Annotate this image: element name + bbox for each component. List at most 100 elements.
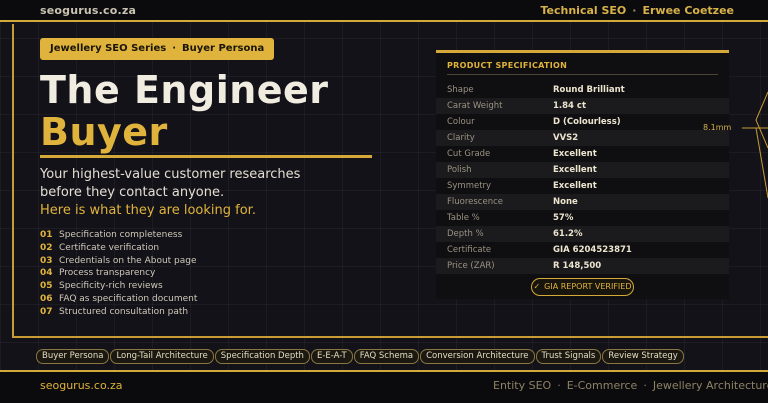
pill-separator: · <box>172 43 176 54</box>
site-name[interactable]: seogurus.co.za <box>40 4 136 17</box>
check-icon: ✓ <box>533 282 541 291</box>
footer-separator: · <box>557 379 561 392</box>
list-item-number: 04 <box>40 268 53 279</box>
list-item-text: Certificate verification <box>59 242 160 253</box>
list-item: 04 Process transparency <box>40 267 197 280</box>
spec-key: Clarity <box>447 133 475 143</box>
tag-list: Buyer Persona Long-Tail Architecture Speci… <box>36 343 685 364</box>
spec-row: Colour D (Colourless) <box>436 114 729 130</box>
spec-header: PRODUCT SPECIFICATION <box>447 61 568 70</box>
spec-key: Symmetry <box>447 181 492 191</box>
list-item: 07 Structured consultation path <box>40 306 197 319</box>
footer: seogurus.co.za Entity SEO · E-Commerce · Jew… <box>0 372 768 403</box>
list-item-number: 03 <box>40 255 53 266</box>
spec-key: Carat Weight <box>447 101 503 111</box>
series-topic: Buyer Persona <box>182 43 265 54</box>
spec-row: Table % 57% <box>436 210 729 226</box>
tag-chip[interactable]: Trust Signals <box>535 349 602 364</box>
spec-value: Excellent <box>553 165 597 175</box>
spec-row: Clarity VVS2 <box>436 130 729 146</box>
tag-chip[interactable]: Review Strategy <box>602 349 684 364</box>
tag-chip[interactable]: Specification Depth <box>214 349 310 364</box>
spec-key: Certificate <box>447 245 492 255</box>
spec-row: Depth % 61.2% <box>436 226 729 242</box>
spec-value: Round Brilliant <box>553 85 625 95</box>
spec-key: Cut Grade <box>447 149 491 159</box>
subtitle: Your highest-value customer researches b… <box>40 166 340 220</box>
footer-topic: Jewellery Architecture <box>652 379 768 392</box>
spec-key: Polish <box>447 165 472 175</box>
list-item: 06 FAQ as specification document <box>40 293 197 306</box>
gia-verified-badge[interactable]: ✓ GIA REPORT VERIFIED <box>531 278 634 296</box>
page-title-line1: The Engineer <box>40 68 329 112</box>
byline-author: Erwee Coetzee <box>642 4 734 17</box>
footer-topics: Entity SEO · E-Commerce · Jewellery Architec… <box>493 379 768 392</box>
footer-site-name[interactable]: seogurus.co.za <box>40 379 123 392</box>
title-underline <box>40 155 372 158</box>
diamond-icon <box>742 91 768 199</box>
list-item: 05 Specificity-rich reviews <box>40 280 197 293</box>
subtitle-highlight: Here is what they are looking for. <box>40 203 256 218</box>
spec-key: Table % <box>447 213 480 223</box>
list-item-number: 01 <box>40 230 53 240</box>
tag-chip[interactable]: Conversion Architecture <box>420 349 535 364</box>
top-bar-byline: Technical SEO · Erwee Coetzee <box>540 4 734 17</box>
criteria-list: 01 Specification completeness 02 Certifica… <box>40 229 197 319</box>
spec-table: Shape Round Brilliant Carat Weight 1.84 ct… <box>436 82 729 274</box>
gia-badge-label: GIA REPORT VERIFIED <box>544 282 632 291</box>
byline-topic: Technical SEO <box>540 4 627 17</box>
series-pill: Jewellery SEO Series · Buyer Persona <box>40 38 275 60</box>
list-item: 03 Credentials on the About page <box>40 255 197 268</box>
product-spec-card: PRODUCT SPECIFICATION Shape Round Brillia… <box>436 50 729 299</box>
top-bar: seogurus.co.za Technical SEO · Erwee Coetz… <box>0 0 768 22</box>
spec-value: GIA 6204523871 <box>553 245 632 255</box>
list-item-text: Credentials on the About page <box>59 255 197 266</box>
spec-value: R 148,500 <box>553 261 602 271</box>
tag-chip[interactable]: Buyer Persona <box>36 349 110 364</box>
spec-row: Shape Round Brilliant <box>436 82 729 98</box>
tag-chip[interactable]: Long-Tail Architecture <box>110 349 214 364</box>
spec-key: Shape <box>447 85 474 95</box>
list-item-text: Specification completeness <box>59 230 183 240</box>
page-title-line2: Buyer <box>40 110 168 154</box>
spec-key: Price (ZAR) <box>447 261 495 271</box>
spec-value: None <box>553 197 578 207</box>
spec-value: 61.2% <box>553 229 583 239</box>
list-item-text: Structured consultation path <box>59 306 189 317</box>
spec-row: Cut Grade Excellent <box>436 146 729 162</box>
spec-value: D (Colourless) <box>553 117 621 127</box>
series-name: Jewellery SEO Series <box>50 43 167 54</box>
list-item: 02 Certificate verification <box>40 242 197 255</box>
list-item: 01 Specification completeness <box>40 229 197 242</box>
spec-value: Excellent <box>553 181 597 191</box>
spec-row: Carat Weight 1.84 ct <box>436 98 729 114</box>
spec-value: 1.84 ct <box>553 101 587 111</box>
footer-topic: Entity SEO <box>493 379 552 392</box>
spec-row: Symmetry Excellent <box>436 178 729 194</box>
diamond-dimension-label: 8.1mm <box>703 123 732 132</box>
footer-separator: · <box>643 379 647 392</box>
spec-key: Fluorescence <box>447 197 503 207</box>
spec-value: Excellent <box>553 149 597 159</box>
frame-bottom-rule <box>12 336 768 338</box>
list-item-number: 05 <box>40 281 53 292</box>
footer-topic: E-Commerce <box>566 379 638 392</box>
tag-chip[interactable]: FAQ Schema <box>353 349 420 364</box>
spec-row: Polish Excellent <box>436 162 729 178</box>
spec-value: 57% <box>553 213 574 223</box>
spec-key: Depth % <box>447 229 484 239</box>
list-item-number: 07 <box>40 306 53 317</box>
spec-key: Colour <box>447 117 475 127</box>
frame-left-rule <box>12 24 14 337</box>
subtitle-text: Your highest-value customer researches b… <box>40 167 301 200</box>
byline-separator: · <box>632 4 637 17</box>
spec-row: Price (ZAR) R 148,500 <box>436 258 729 274</box>
list-item-text: FAQ as specification document <box>59 293 198 304</box>
list-item-number: 06 <box>40 293 53 304</box>
list-item-text: Specificity-rich reviews <box>59 281 163 292</box>
spec-row: Certificate GIA 6204523871 <box>436 242 729 258</box>
tag-chip[interactable]: E-E-A-T <box>310 349 353 364</box>
list-item-text: Process transparency <box>59 268 156 279</box>
list-item-number: 02 <box>40 242 53 253</box>
spec-value: VVS2 <box>553 133 579 143</box>
